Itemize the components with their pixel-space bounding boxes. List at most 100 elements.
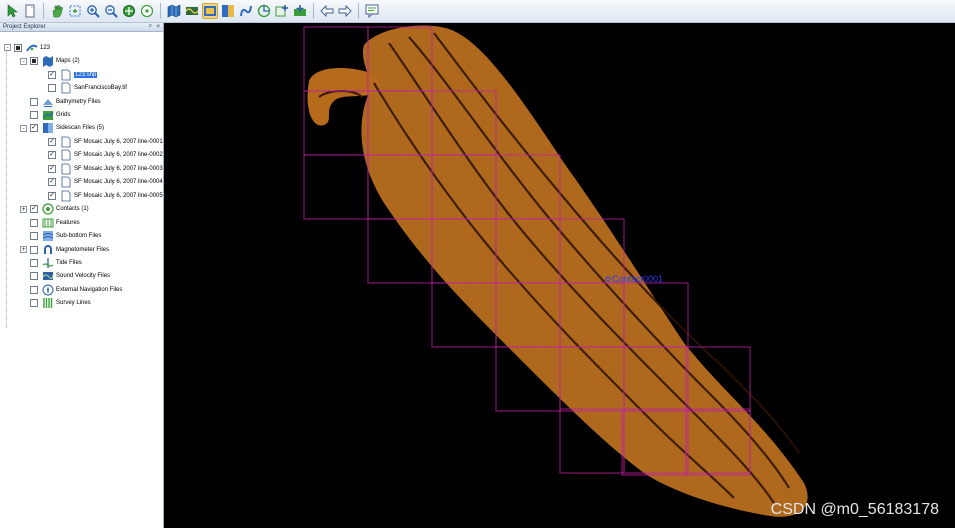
tree-item-features[interactable]: Features xyxy=(20,216,80,230)
file-icon xyxy=(59,163,72,175)
expand-icon[interactable]: + xyxy=(20,205,27,213)
comment-button[interactable] xyxy=(364,3,380,19)
toolbar-separator xyxy=(160,3,161,19)
new-button[interactable] xyxy=(22,3,38,19)
tree-item-label: Grids xyxy=(56,112,71,118)
zoom-center-button[interactable] xyxy=(139,3,155,19)
visibility-checkbox[interactable]: ✓ xyxy=(48,178,56,187)
visibility-checkbox[interactable] xyxy=(30,97,38,106)
zoom-out-button[interactable] xyxy=(103,3,119,19)
zoom-in-icon xyxy=(87,5,100,18)
visibility-checkbox[interactable] xyxy=(30,299,38,308)
tree-item-external-navigation-files[interactable]: External Navigation Files xyxy=(20,283,122,297)
features-icon xyxy=(42,218,53,228)
add-button[interactable] xyxy=(292,3,308,19)
grid-button[interactable] xyxy=(274,3,290,19)
tree-item-maps-2[interactable]: - Maps (2) xyxy=(20,54,80,68)
navigation-icon xyxy=(42,284,53,296)
collapse-icon[interactable]: - xyxy=(4,44,11,52)
visibility-checkbox[interactable] xyxy=(30,218,38,227)
visibility-checkbox[interactable]: ✓ xyxy=(48,164,56,173)
zoom-box-button[interactable] xyxy=(67,3,83,19)
pointer-button[interactable] xyxy=(4,3,20,19)
arrow-left-icon xyxy=(320,4,334,18)
tree-item-123-shp[interactable]: ✓ 123.shp xyxy=(48,68,98,82)
forward-button[interactable] xyxy=(337,3,353,19)
grid-plus-icon xyxy=(275,5,288,17)
visibility-checkbox[interactable]: ✓ xyxy=(48,191,56,200)
file-icon xyxy=(59,149,72,161)
magnetometer-icon xyxy=(43,244,52,254)
mosaic-button[interactable] xyxy=(202,3,218,19)
project-explorer-panel: Project Explorer ᵖ × -123- Maps (2) ✓ 123.s… xyxy=(0,23,164,528)
visibility-checkbox[interactable] xyxy=(14,43,22,52)
tree-item-grids[interactable]: Grids xyxy=(20,108,70,122)
zoom-full-button[interactable] xyxy=(121,3,137,19)
track-button[interactable] xyxy=(220,3,236,19)
file-icon xyxy=(61,69,70,81)
visibility-checkbox[interactable] xyxy=(48,84,56,93)
tide-icon xyxy=(41,257,54,269)
mosaic-icon xyxy=(204,6,216,16)
survey-button[interactable] xyxy=(184,3,200,19)
toolbar-separator xyxy=(358,3,359,19)
tree-item-sub-bottom-files[interactable]: Sub-bottom Files xyxy=(20,229,101,243)
pin-icon[interactable]: ᵖ xyxy=(149,24,151,30)
zoom-full-icon xyxy=(123,5,135,17)
tree-item-label: SanFranciscoBay.tif xyxy=(74,85,127,92)
tree-item-sf-mosaic-july-6-2007-line-0001[interactable]: ✓ SF Mosaic July 6, 2007 line-0001 xyxy=(48,135,163,149)
tree-item-contacts-1[interactable]: + ✓ Contacts (1) xyxy=(20,202,89,216)
close-icon[interactable]: × xyxy=(156,24,160,30)
layers-button[interactable] xyxy=(166,3,182,19)
tree-item-sf-mosaic-july-6-2007-line-0002[interactable]: ✓ SF Mosaic July 6, 2007 line-0002 xyxy=(48,149,163,163)
file-icon xyxy=(61,136,70,148)
pointer-icon xyxy=(7,4,18,18)
visibility-checkbox[interactable] xyxy=(30,245,38,254)
visibility-checkbox[interactable]: ✓ xyxy=(30,205,38,214)
tree-item-sidescan-files-5[interactable]: - ✓ Sidescan Files (5) xyxy=(20,122,104,136)
tree-item-label: Sub-bottom Files xyxy=(56,233,102,240)
route-button[interactable] xyxy=(238,3,254,19)
visibility-checkbox[interactable] xyxy=(30,272,38,281)
visibility-checkbox[interactable] xyxy=(30,258,38,267)
file-icon xyxy=(59,190,72,202)
map-canvas[interactable]: Contact0001 xyxy=(164,23,955,528)
zoom-out-icon xyxy=(105,5,118,18)
visibility-checkbox[interactable] xyxy=(30,285,38,294)
watermark-text: CSDN @m0_56183178 xyxy=(770,501,939,518)
tree-item-label: 123 xyxy=(40,44,51,51)
tree-item-sf-mosaic-july-6-2007-line-0004[interactable]: ✓ SF Mosaic July 6, 2007 line-0004 xyxy=(48,176,163,190)
tree-item-survey-lines[interactable]: Survey Lines xyxy=(20,297,91,311)
maps-icon xyxy=(41,55,54,68)
tree-item-label: Sound Velocity Files xyxy=(56,273,111,280)
tree-item-123[interactable]: - 123 xyxy=(4,41,50,55)
collapse-icon[interactable]: - xyxy=(20,124,27,132)
back-button[interactable] xyxy=(319,3,335,19)
tree-item-sf-mosaic-july-6-2007-line-0003[interactable]: ✓ SF Mosaic July 6, 2007 line-0003 xyxy=(48,162,163,176)
collapse-icon[interactable]: - xyxy=(20,57,27,65)
visibility-checkbox[interactable] xyxy=(30,111,38,119)
file-icon xyxy=(59,136,72,148)
tree-item-sanfranciscobay-tif[interactable]: SanFranciscoBay.tif xyxy=(48,81,127,95)
expand-icon[interactable]: + xyxy=(20,246,27,253)
visibility-checkbox[interactable] xyxy=(30,232,38,241)
tree-item-magnetometer-files[interactable]: + Magnetometer Files xyxy=(20,243,109,257)
target-button[interactable] xyxy=(256,3,272,19)
visibility-checkbox[interactable]: ✓ xyxy=(48,151,56,160)
visibility-checkbox[interactable] xyxy=(30,57,38,66)
add-contact-icon xyxy=(294,5,306,16)
zoom-center-icon xyxy=(140,4,154,18)
tree-item-label: Tide Files xyxy=(56,259,82,266)
tree-item-label: SF Mosaic July 6, 2007 line-0004 xyxy=(74,179,163,186)
tree-item-sound-velocity-files[interactable]: Sound Velocity Files xyxy=(20,270,110,284)
bathymetry-icon xyxy=(41,96,54,108)
visibility-checkbox[interactable]: ✓ xyxy=(48,70,56,79)
tree-item-sf-mosaic-july-6-2007-line-0005[interactable]: ✓ SF Mosaic July 6, 2007 line-0005 xyxy=(48,189,163,203)
tree-item-bathymetry-files[interactable]: Bathymetry Files xyxy=(20,95,101,109)
map-view[interactable]: Contact0001 CSDN @m0_56183178 xyxy=(164,23,955,528)
pan-button[interactable] xyxy=(49,3,65,19)
visibility-checkbox[interactable]: ✓ xyxy=(48,137,56,146)
visibility-checkbox[interactable]: ✓ xyxy=(30,124,38,133)
tree-item-tide-files[interactable]: Tide Files xyxy=(20,256,82,270)
zoom-in-button[interactable] xyxy=(85,3,101,19)
